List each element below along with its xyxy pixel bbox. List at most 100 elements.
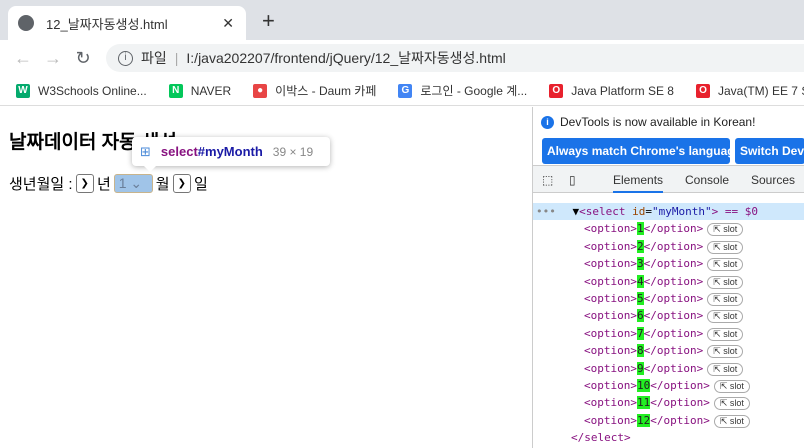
notice-text: DevTools is now available in Korean! (560, 115, 756, 129)
bookmark-item[interactable]: O Java Platform SE 8 (549, 83, 674, 98)
day-select[interactable]: ❯ (172, 174, 191, 193)
divider: | (174, 50, 179, 66)
info-icon: i (541, 115, 554, 129)
bookmark-label: 이박스 - Daum 카페 (275, 84, 377, 98)
slot-badge[interactable]: ⇱ slot (713, 397, 750, 411)
slot-badge[interactable]: ⇱ slot (707, 345, 744, 359)
option-value: 8 (636, 344, 644, 358)
option-node[interactable]: <option>5</option> ⇱ slot (533, 290, 804, 307)
month-value: 1 (118, 175, 127, 191)
slot-badge[interactable]: ⇱ slot (707, 275, 744, 289)
select-suffix: > == $0 (711, 205, 758, 218)
tooltip-tag: select (160, 144, 198, 159)
inspect-element-icon[interactable]: ⬚ (542, 173, 553, 187)
slot-badge[interactable]: ⇱ slot (713, 379, 750, 393)
month-select[interactable]: 1 ⌄ (113, 174, 153, 193)
devtools-panel: i DevTools is now available in Korean! A… (532, 107, 804, 448)
bookmark-item[interactable]: W W3Schools Online... (16, 83, 147, 98)
tab-strip: 12_날짜자동생성.html ✕ + (0, 0, 804, 40)
year-unit: 년 (96, 176, 111, 193)
slot-badge[interactable]: ⇱ slot (707, 258, 744, 272)
option-value: 11 (636, 396, 651, 410)
option-value: 7 (636, 326, 644, 340)
w3schools-icon: W (16, 83, 30, 98)
google-icon: G (398, 83, 413, 98)
month-unit: 월 (155, 176, 170, 193)
forward-icon[interactable]: → (38, 48, 68, 69)
option-node[interactable]: <option>6</option> ⇱ slot (533, 307, 804, 324)
dom-tree: ••• ▼<select id="myMonth"> == $0 <option… (533, 203, 804, 446)
tab-console[interactable]: Console (685, 173, 729, 187)
slot-badge[interactable]: ⇱ slot (713, 414, 750, 428)
option-value: 2 (636, 239, 644, 253)
option-node[interactable]: <option>3</option> ⇱ slot (533, 255, 804, 272)
devtools-tabs: ⬚ ▯ Elements Console Sources (533, 165, 804, 193)
tooltip-size: 39 × 19 (272, 144, 314, 159)
option-node[interactable]: <option>2</option> ⇱ slot (533, 238, 804, 255)
option-node[interactable]: <option>4</option> ⇱ slot (533, 273, 804, 290)
option-value: 3 (636, 257, 644, 271)
select-open-tag: <select (579, 205, 626, 218)
bookmark-label: Java Platform SE 8 (571, 83, 674, 98)
option-value: 6 (636, 309, 644, 323)
match-language-button[interactable]: Always match Chrome's language (542, 138, 730, 164)
bookmark-item[interactable]: ● 이박스 - Daum 카페 (253, 82, 376, 99)
globe-icon (18, 15, 34, 31)
browser-tab[interactable]: 12_날짜자동생성.html ✕ (8, 6, 246, 40)
url-text: I:/java202207/frontend/jQuery/12_날짜자동생성.… (186, 50, 506, 66)
bookmark-label: 로그인 - Google 계... (420, 84, 528, 98)
bookmark-label: NAVER (190, 83, 232, 98)
tab-sources[interactable]: Sources (751, 173, 795, 187)
bookmark-item[interactable]: O Java(TM) EE 7 Sp (695, 83, 804, 98)
address-prefix: 파일 (141, 50, 167, 66)
close-tab-icon[interactable]: ✕ (222, 15, 234, 32)
year-select[interactable]: ❯ (75, 174, 94, 193)
address-bar[interactable]: i 파일 | I:/java202207/frontend/jQuery/12_… (106, 44, 804, 72)
select-node[interactable]: ••• ▼<select id="myMonth"> == $0 (533, 203, 804, 221)
slot-badge[interactable]: ⇱ slot (707, 362, 744, 376)
option-value: 5 (636, 291, 644, 305)
back-icon[interactable]: ← (8, 48, 38, 69)
device-toolbar-icon[interactable]: ▯ (569, 173, 576, 187)
bookmark-item[interactable]: N NAVER (168, 83, 232, 98)
daum-cafe-icon: ● (253, 83, 268, 98)
tab-title: 12_날짜자동생성.html (46, 16, 168, 32)
option-node[interactable]: <option>9</option> ⇱ slot (533, 360, 804, 377)
slot-badge[interactable]: ⇱ slot (707, 327, 744, 341)
option-node[interactable]: <option>8</option> ⇱ slot (533, 342, 804, 359)
birthdate-label: 생년월일 : (9, 176, 73, 193)
option-node[interactable]: <option>1</option> ⇱ slot (533, 220, 804, 237)
option-node[interactable]: <option>12</option> ⇱ slot (533, 412, 804, 429)
bookmarks-bar: W W3Schools Online... N NAVER ● 이박스 - Daum 카페… (0, 76, 804, 106)
slot-badge[interactable]: ⇱ slot (707, 223, 744, 237)
slot-badge[interactable]: ⇱ slot (707, 310, 744, 324)
switch-korean-button[interactable]: Switch DevTools to Korean (735, 138, 804, 164)
select-close-tag[interactable]: </select> (533, 429, 804, 446)
browser-toolbar: ← → ↻ i 파일 | I:/java202207/frontend/jQue… (0, 40, 804, 76)
option-node[interactable]: <option>7</option> ⇱ slot (533, 325, 804, 342)
info-icon[interactable]: i (118, 50, 133, 66)
option-value: 10 (636, 378, 651, 392)
slot-badge[interactable]: ⇱ slot (707, 292, 744, 306)
element-icon: ⊞ (140, 143, 151, 159)
option-value: 12 (636, 413, 651, 427)
new-tab-button[interactable]: + (262, 8, 275, 34)
naver-icon: N (168, 83, 183, 98)
language-notice: i DevTools is now available in Korean! (541, 115, 755, 129)
bookmark-label: W3Schools Online... (38, 83, 147, 98)
attr-name: id (632, 205, 646, 218)
birthdate-form: 생년월일 : ❯ 년 1 ⌄ 월 ❯ 일 (9, 173, 208, 194)
slot-badge[interactable]: ⇱ slot (707, 240, 744, 254)
option-node[interactable]: <option>11</option> ⇱ slot (533, 394, 804, 411)
bookmark-label: Java(TM) EE 7 Sp (717, 83, 804, 98)
inspect-tooltip: ⊞ select #myMonth 39 × 19 (132, 137, 330, 172)
tooltip-id: #myMonth (197, 144, 263, 159)
oracle-icon: O (695, 83, 710, 98)
option-node[interactable]: <option>10</option> ⇱ slot (533, 377, 804, 394)
bookmark-item[interactable]: G 로그인 - Google 계... (398, 82, 527, 99)
reload-icon[interactable]: ↻ (68, 48, 98, 69)
option-value: 4 (636, 274, 644, 288)
oracle-icon: O (549, 83, 564, 98)
option-value: 9 (636, 361, 644, 375)
tab-elements[interactable]: Elements (613, 173, 664, 193)
